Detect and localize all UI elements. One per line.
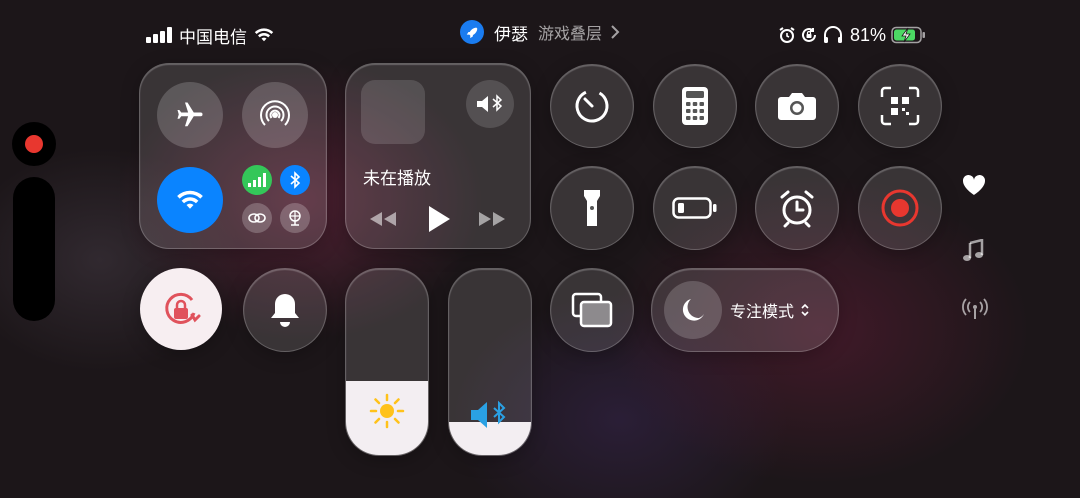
heart-icon[interactable] xyxy=(962,174,986,196)
album-art xyxy=(361,80,425,144)
cellular-button[interactable] xyxy=(242,165,272,195)
focus-label: 专注模式 xyxy=(730,304,795,321)
qr-code-icon xyxy=(880,86,920,126)
airdrop-button[interactable] xyxy=(242,82,308,148)
status-right: 81% xyxy=(778,22,927,48)
app-subtitle: 游戏叠层 xyxy=(538,26,603,43)
chevron-up-down-icon xyxy=(801,303,809,317)
connectivity-panel xyxy=(139,63,327,249)
airdrop-icon xyxy=(260,100,290,126)
rotation-lock-icon xyxy=(802,27,816,42)
qr-scanner-button[interactable] xyxy=(858,64,942,148)
alarm-icon xyxy=(779,27,795,43)
calculator-button[interactable] xyxy=(653,64,737,148)
battery-charging-icon xyxy=(891,26,926,44)
screen-mirroring-button[interactable] xyxy=(550,268,634,352)
side-shortcuts xyxy=(962,174,990,325)
app-overlay-indicator[interactable]: 伊瑟 游戏叠层 xyxy=(460,19,620,45)
wifi-icon xyxy=(177,190,203,209)
status-left: 中国电信 xyxy=(146,22,274,48)
silent-mode-button[interactable] xyxy=(243,268,327,352)
battery-percent: 81% xyxy=(850,24,887,45)
bluetooth-button[interactable] xyxy=(280,165,310,195)
wifi-button[interactable] xyxy=(157,167,223,233)
camera-icon xyxy=(778,93,816,120)
bluetooth-icon xyxy=(290,171,301,189)
signal-bars-icon xyxy=(146,27,172,43)
side-handle[interactable] xyxy=(13,177,55,321)
app-name: 伊瑟 xyxy=(494,24,528,44)
media-panel[interactable]: 未在播放 xyxy=(345,63,531,249)
screen-record-button[interactable] xyxy=(858,166,942,250)
rewind-icon xyxy=(370,212,396,226)
rotation-lock-icon xyxy=(165,292,201,324)
rotation-lock-button[interactable] xyxy=(140,268,222,350)
moon-icon xyxy=(682,299,704,321)
calculator-icon xyxy=(682,87,708,125)
globe-icon xyxy=(289,210,301,226)
wifi-icon xyxy=(254,28,274,42)
speaker-bluetooth-icon xyxy=(477,94,503,112)
focus-mode-button[interactable]: 专注模式 xyxy=(651,268,839,352)
cellular-icon xyxy=(248,173,266,187)
low-power-mode-button[interactable] xyxy=(653,166,737,250)
rocket-icon xyxy=(460,20,484,44)
flashlight-button[interactable] xyxy=(550,166,634,250)
network-button[interactable] xyxy=(280,203,310,233)
link-icon xyxy=(248,213,266,223)
timer-icon xyxy=(575,89,609,123)
play-button[interactable] xyxy=(426,204,452,239)
alarm-clock-icon xyxy=(780,190,814,228)
audio-output-button[interactable] xyxy=(466,80,514,128)
recording-indicator[interactable] xyxy=(12,122,56,166)
link-button[interactable] xyxy=(242,203,272,233)
timer-button[interactable] xyxy=(550,64,634,148)
brightness-slider[interactable] xyxy=(345,268,429,456)
fast-forward-button[interactable] xyxy=(477,210,507,233)
now-playing-label: 未在播放 xyxy=(363,169,431,188)
headphones-icon xyxy=(824,26,842,43)
focus-icon-circle xyxy=(664,281,722,339)
sun-icon xyxy=(369,393,405,429)
airplane-mode-button[interactable] xyxy=(157,82,223,148)
volume-slider[interactable] xyxy=(448,268,532,456)
airplane-icon xyxy=(177,102,203,127)
speaker-bluetooth-icon xyxy=(471,400,506,428)
music-note-icon[interactable] xyxy=(962,238,984,263)
fast-forward-icon xyxy=(479,212,505,226)
screen-record-icon xyxy=(881,189,919,227)
record-dot-icon xyxy=(25,135,43,153)
rewind-button[interactable] xyxy=(368,210,398,233)
camera-button[interactable] xyxy=(755,64,839,148)
carrier-name: 中国电信 xyxy=(179,27,247,47)
chevron-right-icon xyxy=(611,25,620,39)
play-icon xyxy=(429,206,450,232)
low-power-battery-icon xyxy=(672,197,717,219)
screen-mirroring-icon xyxy=(571,292,613,328)
alarm-button[interactable] xyxy=(755,166,839,250)
bell-icon xyxy=(271,294,299,327)
antenna-icon[interactable] xyxy=(962,298,988,320)
flashlight-icon xyxy=(584,190,600,226)
